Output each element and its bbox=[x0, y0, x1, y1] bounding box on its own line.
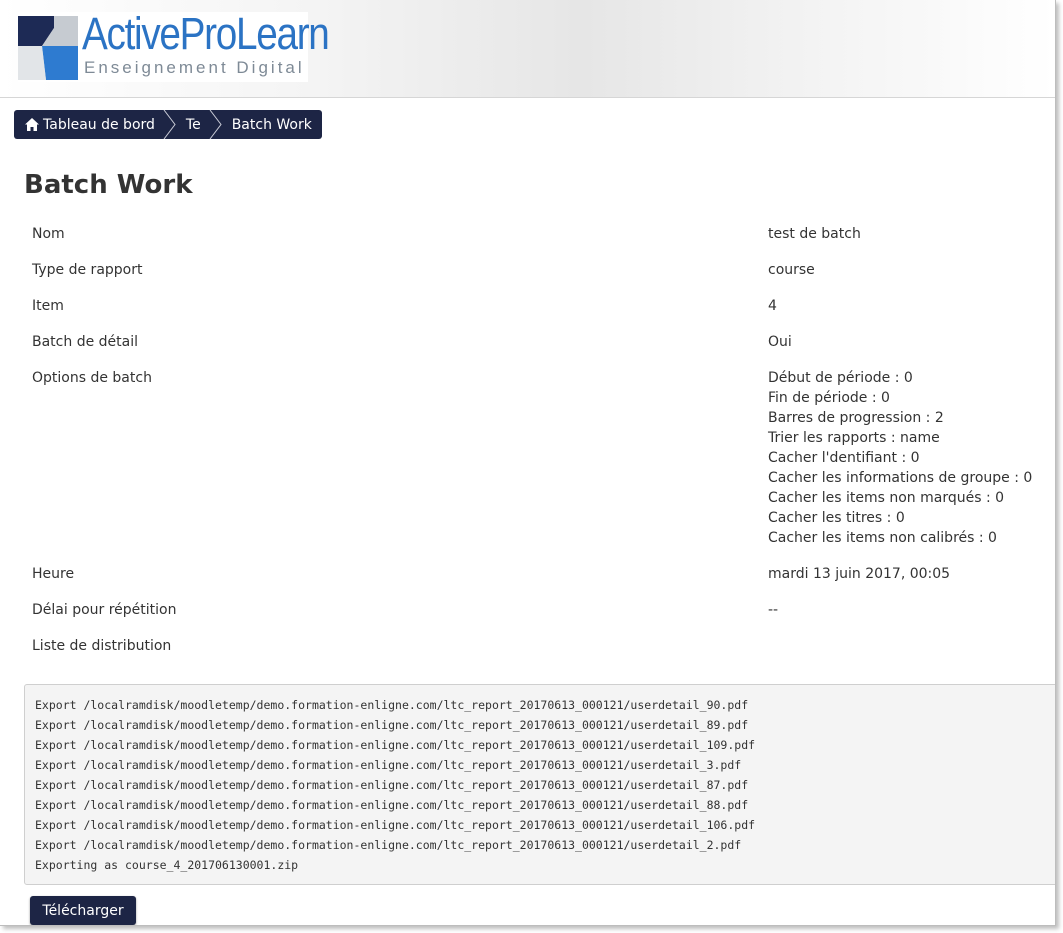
breadcrumb-label: Tableau de bord bbox=[43, 116, 155, 133]
breadcrumb-item-batch-work[interactable]: Batch Work bbox=[232, 117, 312, 133]
label-options-batch: Options de batch bbox=[32, 370, 152, 386]
logo-title: ActiveProLearn bbox=[82, 8, 330, 59]
option-item: Cacher les titres : 0 bbox=[768, 510, 905, 526]
log-line: Export /localramdisk/moodletemp/demo.for… bbox=[35, 798, 749, 812]
log-line: Exporting as course_4_201706130001.zip bbox=[35, 858, 299, 872]
option-item: Début de période : 0 bbox=[768, 370, 913, 386]
value-heure: mardi 13 juin 2017, 00:05 bbox=[768, 566, 951, 582]
option-item: Cacher l'dentifiant : 0 bbox=[768, 450, 920, 466]
log-line: Export /localramdisk/moodletemp/demo.for… bbox=[35, 758, 742, 772]
value-nom: test de batch bbox=[768, 226, 861, 242]
label-item: Item bbox=[32, 298, 64, 314]
page-frame: ActiveProLearn Enseignement Digital Tabl… bbox=[0, 0, 1056, 926]
log-line: Export /localramdisk/moodletemp/demo.for… bbox=[35, 778, 749, 792]
logo-mark-icon bbox=[18, 16, 78, 80]
value-item: 4 bbox=[768, 298, 777, 314]
page-title: Batch Work bbox=[24, 170, 193, 200]
label-heure: Heure bbox=[32, 566, 75, 582]
breadcrumb-item-course[interactable]: Te bbox=[186, 117, 201, 133]
value-type-rapport: course bbox=[768, 262, 815, 278]
value-delai-repetition: -- bbox=[768, 602, 779, 618]
option-item: Cacher les items non calibrés : 0 bbox=[768, 530, 997, 546]
label-nom: Nom bbox=[32, 226, 65, 242]
option-item: Cacher les informations de groupe : 0 bbox=[768, 470, 1033, 486]
log-line: Export /localramdisk/moodletemp/demo.for… bbox=[35, 818, 756, 832]
label-type-rapport: Type de rapport bbox=[32, 262, 143, 278]
site-header: ActiveProLearn Enseignement Digital bbox=[0, 0, 1055, 98]
log-line: Export /localramdisk/moodletemp/demo.for… bbox=[35, 838, 742, 852]
download-button[interactable]: Télécharger bbox=[30, 896, 136, 925]
breadcrumb: Tableau de bord Te Batch Work bbox=[14, 110, 322, 139]
chevron-right-icon bbox=[163, 110, 176, 139]
logo-tagline: Enseignement Digital bbox=[84, 58, 305, 77]
log-line: Export /localramdisk/moodletemp/demo.for… bbox=[35, 738, 756, 752]
breadcrumb-item-dashboard[interactable]: Tableau de bord bbox=[25, 117, 155, 133]
options-batch-list: Début de période : 0 Fin de période : 0 … bbox=[768, 368, 1032, 548]
option-item: Fin de période : 0 bbox=[768, 390, 890, 406]
option-item: Barres de progression : 2 bbox=[768, 410, 944, 426]
label-liste-distribution: Liste de distribution bbox=[32, 638, 172, 654]
log-line: Export /localramdisk/moodletemp/demo.for… bbox=[35, 718, 749, 732]
label-delai-repetition: Délai pour répétition bbox=[32, 602, 177, 618]
option-item: Cacher les items non marqués : 0 bbox=[768, 490, 1005, 506]
value-batch-detail: Oui bbox=[768, 334, 792, 350]
home-icon bbox=[25, 118, 39, 131]
label-batch-detail: Batch de détail bbox=[32, 334, 138, 350]
chevron-right-icon bbox=[209, 110, 222, 139]
site-logo[interactable]: ActiveProLearn Enseignement Digital bbox=[18, 8, 330, 82]
option-item: Trier les rapports : name bbox=[768, 430, 940, 446]
export-log: Export /localramdisk/moodletemp/demo.for… bbox=[24, 684, 1055, 885]
log-line: Export /localramdisk/moodletemp/demo.for… bbox=[35, 698, 749, 712]
